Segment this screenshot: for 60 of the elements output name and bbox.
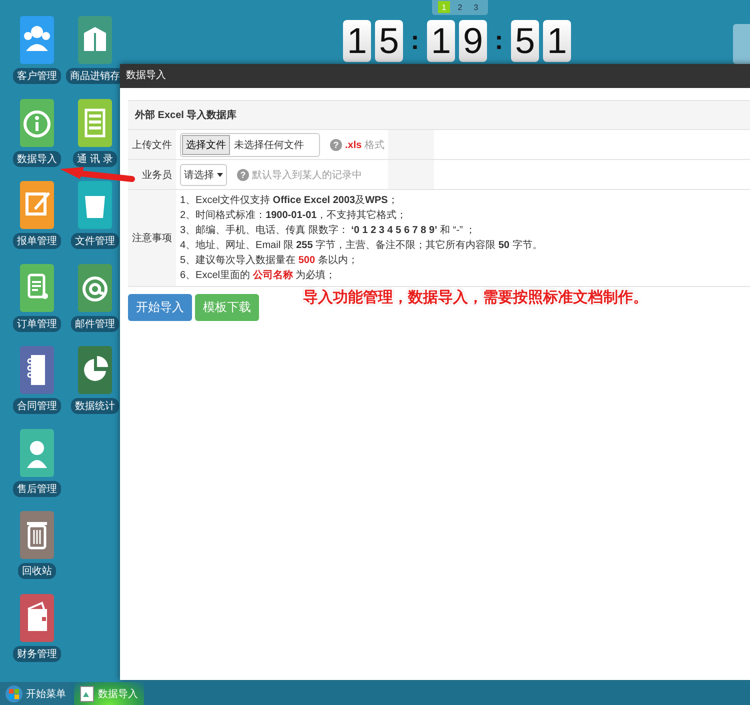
annotation-caption: 导入功能管理，数据导入，需要按照标准文档制作。: [303, 288, 648, 307]
app-tile[interactable]: [20, 98, 54, 146]
app-label[interactable]: 订单管理: [13, 316, 61, 332]
note-line: 5、建议每次导入数据量在 500 条以内；: [180, 254, 358, 268]
note-line: 4、地址、网址、Email 限 255 字节，主营、备注不限；其它所有内容限 50 字节。: [180, 238, 542, 253]
clock-digit: 1: [427, 20, 455, 62]
file-status: 未选择任何文件: [234, 138, 304, 152]
clock-digit: 5: [511, 20, 539, 62]
app-label[interactable]: 合同管理: [13, 398, 61, 414]
app-tile[interactable]: [20, 16, 54, 64]
help-icon: ?: [330, 138, 342, 150]
hint-text: 默认导入到某人的记录中: [252, 168, 362, 182]
app-tile[interactable]: [78, 346, 112, 394]
app-label[interactable]: 邮件管理: [71, 316, 119, 332]
format-hint: .xls 格式: [345, 138, 384, 152]
app-tile[interactable]: [78, 264, 112, 312]
app-label[interactable]: 财务管理: [13, 646, 61, 662]
app-label[interactable]: 回收站: [18, 563, 56, 579]
app-tile[interactable]: [20, 511, 54, 559]
app-tile[interactable]: [20, 594, 54, 642]
note-line: 3、邮编、手机、电话、传真 限数字： ‘0 1 2 3 4 5 6 7 8 9’ 和 “-” ；: [180, 224, 476, 238]
help-icon: ?: [237, 168, 249, 180]
clock-digit: 9: [459, 20, 487, 62]
page-tab[interactable]: 3: [470, 1, 482, 13]
file-input[interactable]: 选择文件 未选择任何文件: [180, 132, 320, 156]
clock-digit: 5: [375, 20, 403, 62]
app-label[interactable]: 文件管理: [71, 233, 119, 249]
clock-separator: :: [494, 24, 504, 57]
field-label: 业务员: [142, 170, 172, 180]
field-label: 注意事项: [132, 233, 172, 244]
app-label[interactable]: 报单管理: [13, 233, 61, 249]
app-label[interactable]: 客户管理: [13, 68, 61, 84]
app-label[interactable]: 售后管理: [13, 480, 61, 496]
field-label: 上传文件: [132, 140, 172, 150]
choose-file-button[interactable]: 选择文件: [182, 134, 230, 154]
clock-digit: 1: [543, 20, 571, 62]
window-title: 数据导入: [120, 64, 750, 88]
note-line: 6、Excel里面的 公司名称 为必填；: [180, 268, 336, 283]
clock-digit: 1: [343, 20, 371, 62]
app-label[interactable]: 通 讯 录: [73, 150, 117, 166]
document-icon: [80, 686, 94, 702]
app-tile[interactable]: [20, 428, 54, 476]
app-tile[interactable]: [20, 264, 54, 312]
staff-select[interactable]: 请选择: [180, 164, 227, 186]
start-button[interactable]: 开始菜单: [0, 682, 71, 705]
start-orb-icon: [5, 684, 23, 702]
app-label[interactable]: 数据统计: [71, 398, 119, 414]
caret-icon: [217, 172, 223, 176]
app-tile[interactable]: [78, 16, 112, 64]
action-button[interactable]: 开始导入: [128, 294, 192, 321]
note-line: 1、Excel文件仅支持 Office Excel 2003及WPS；: [180, 194, 398, 208]
section-heading: 外部 Excel 导入数据库: [135, 110, 237, 121]
clock-separator: :: [410, 24, 420, 57]
page-tab[interactable]: 2: [454, 1, 466, 13]
app-tile[interactable]: [78, 181, 112, 229]
app-tile[interactable]: [20, 346, 54, 394]
app-tile[interactable]: [78, 98, 112, 146]
note-line: 2、时间格式标准：1900-01-01，不支持其它格式；: [180, 208, 407, 223]
app-tile[interactable]: [20, 181, 54, 229]
app-label[interactable]: 数据导入: [13, 150, 61, 166]
